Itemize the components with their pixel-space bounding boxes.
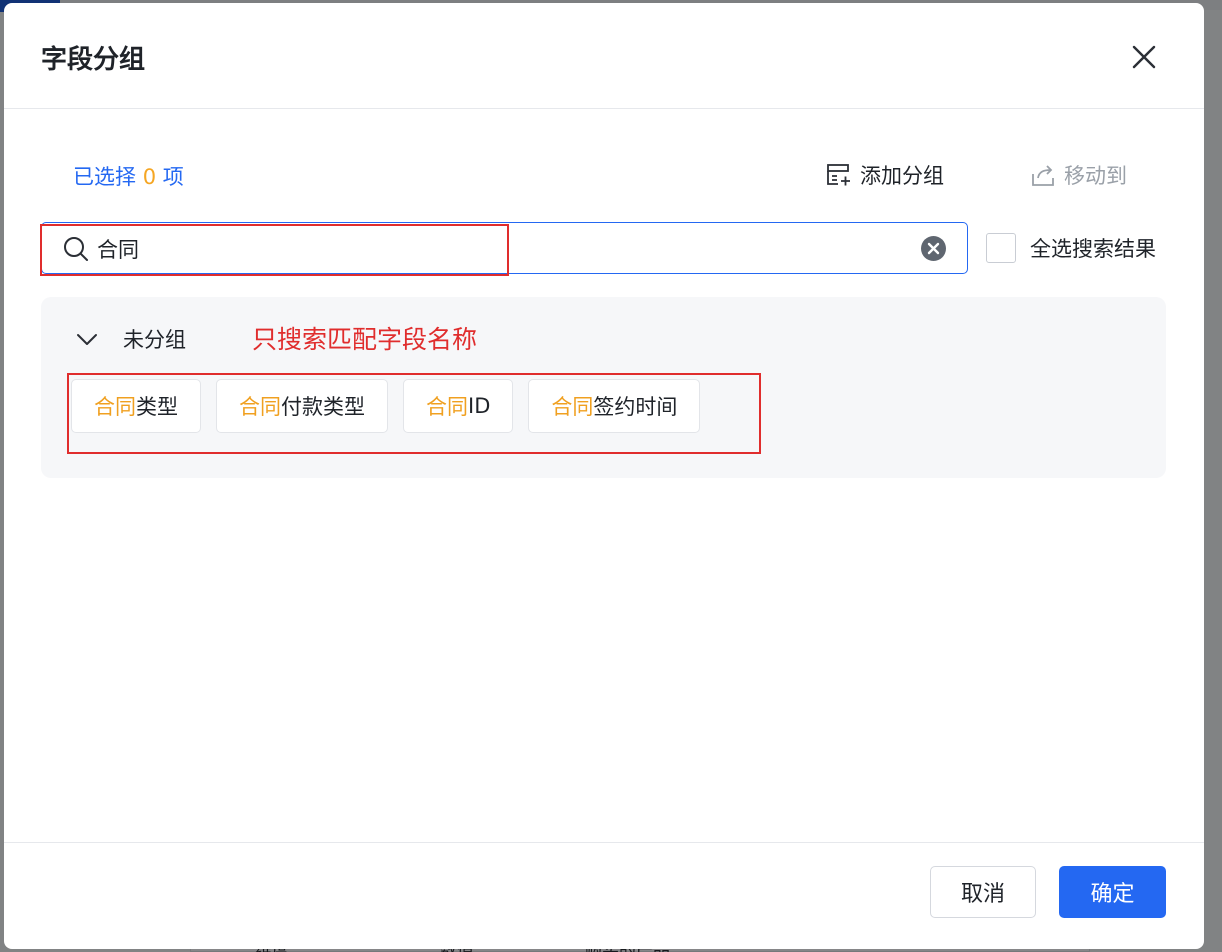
confirm-button[interactable]: 确定 bbox=[1059, 866, 1166, 918]
dialog-title: 字段分组 bbox=[41, 45, 146, 75]
annotation-box-search bbox=[40, 224, 509, 276]
selected-suffix: 项 bbox=[162, 165, 184, 189]
add-group-label: 添加分组 bbox=[860, 164, 944, 188]
move-to-label: 移动到 bbox=[1064, 164, 1127, 188]
group-name: 未分组 bbox=[123, 328, 186, 352]
select-all-checkbox[interactable] bbox=[986, 233, 1016, 263]
cancel-button[interactable]: 取消 bbox=[930, 866, 1036, 918]
field-group-dialog: 字段分组 已选择 0 项 添加分组 移动到 合同 全选搜索结果 未分组 只搜索匹… bbox=[4, 3, 1204, 949]
select-all-label: 全选搜索结果 bbox=[1030, 237, 1156, 261]
selected-prefix: 已选择 bbox=[73, 165, 136, 189]
clear-icon[interactable] bbox=[920, 235, 947, 262]
close-button[interactable] bbox=[1128, 41, 1160, 73]
annotation-box-tags bbox=[67, 373, 761, 454]
add-group-icon bbox=[827, 164, 850, 186]
selected-count: 0 bbox=[142, 165, 157, 189]
select-all-results[interactable]: 全选搜索结果 bbox=[986, 233, 1156, 263]
add-group-button[interactable]: 添加分组 bbox=[826, 160, 944, 190]
chevron-down-icon[interactable] bbox=[75, 327, 99, 351]
annotation-note: 只搜索匹配字段名称 bbox=[252, 325, 478, 354]
move-to-icon bbox=[1032, 165, 1054, 186]
close-icon bbox=[1132, 45, 1156, 69]
dialog-header: 字段分组 bbox=[4, 3, 1204, 109]
move-to-button[interactable]: 移动到 bbox=[1030, 160, 1127, 190]
selected-count-info: 已选择 0 项 bbox=[73, 161, 184, 191]
